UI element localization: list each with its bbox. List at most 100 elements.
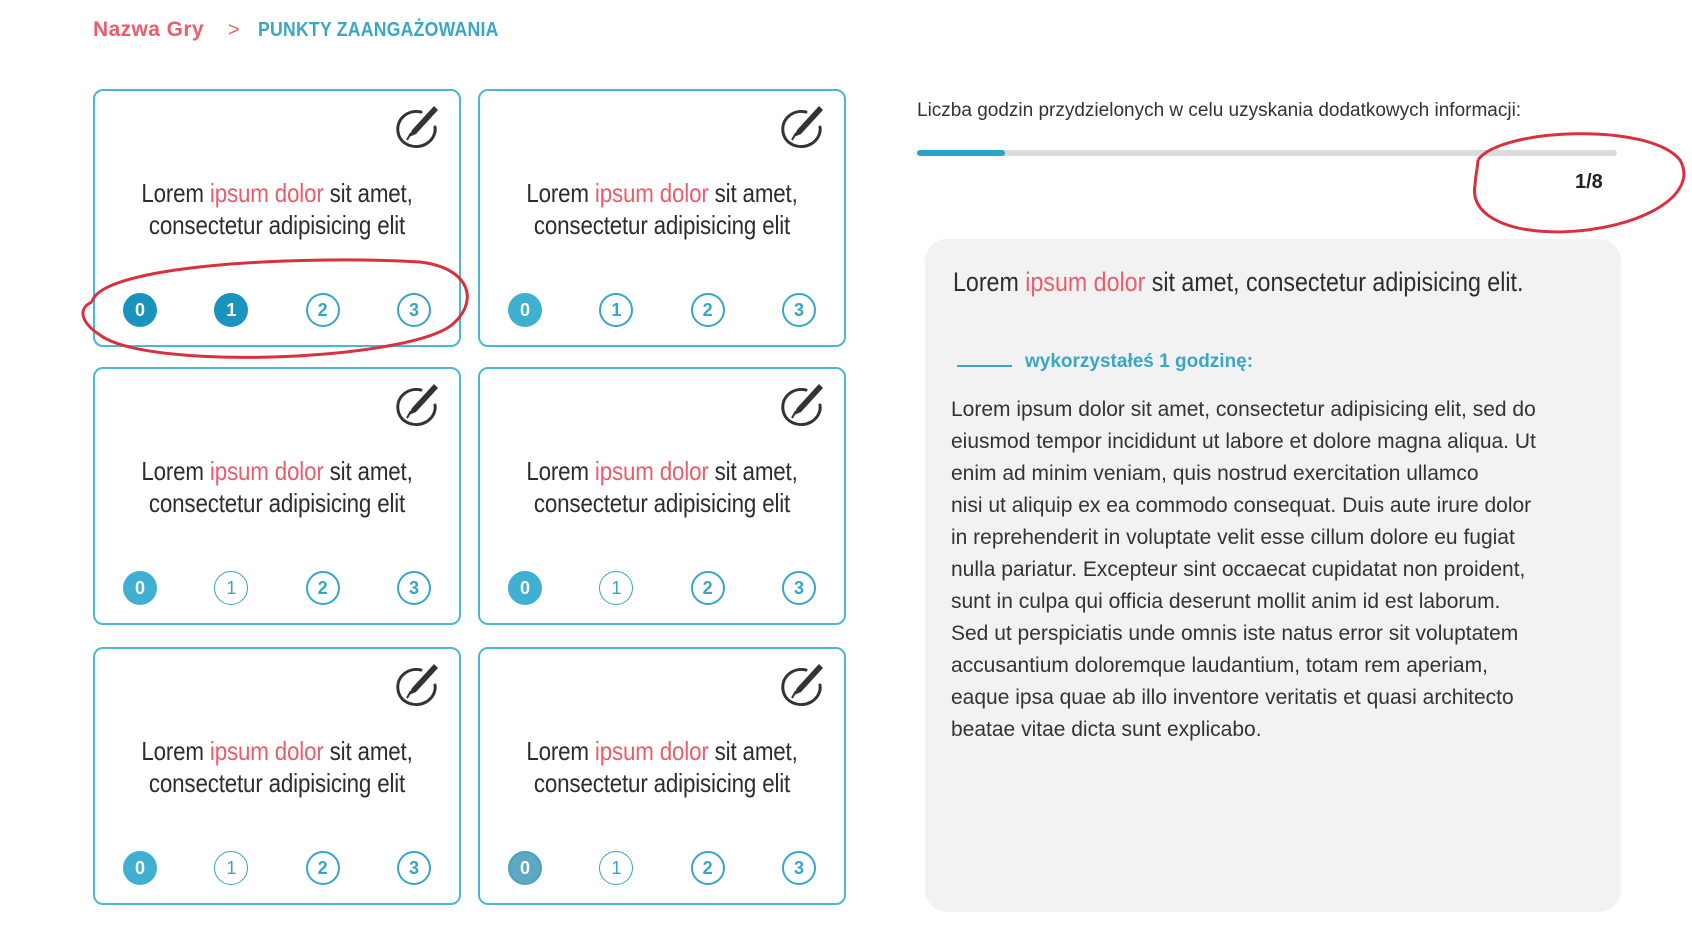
hours-progress-fill [917, 150, 1005, 156]
used-hours-label: wykorzystałeś 1 godzinę: [1025, 351, 1254, 372]
option-2-button[interactable]: 2 [690, 293, 725, 327]
info-panel: Lorem ipsum dolor sit amet, consectetur … [925, 239, 1621, 912]
info-body-line: Lorem ipsum dolor sit amet, consectetur … [951, 398, 1536, 421]
card-text-line-1: Lorem ipsum dolor sit amet, [505, 455, 818, 487]
card-text-b: sit amet, [708, 178, 798, 208]
option-0-button[interactable]: 0 [508, 293, 542, 327]
card-text-line-2: consectetur adipisicing elit [533, 768, 791, 798]
option-3-button[interactable]: 3 [396, 293, 431, 327]
info-title-highlight: ipsum dolor [1025, 267, 1146, 297]
option-0-button[interactable]: 0 [123, 293, 157, 327]
option-3-button[interactable]: 3 [781, 851, 816, 885]
pen-circle-icon[interactable] [391, 381, 441, 431]
option-2-button[interactable]: 2 [305, 571, 340, 605]
pen-circle-icon[interactable] [776, 381, 826, 431]
card-text-line-2: consectetur adipisicing elit [148, 768, 406, 798]
card-text: Lorem ipsum dolor sit amet, consectetur a… [120, 455, 433, 519]
option-0-button[interactable]: 0 [508, 571, 542, 605]
card-text-highlight: ipsum dolor [209, 456, 324, 486]
engagement-options: 0 1 2 3 [123, 293, 431, 327]
card-text-highlight: ipsum dolor [209, 736, 324, 766]
option-1-button[interactable]: 1 [599, 293, 634, 327]
engagement-options: 0 1 2 3 [508, 571, 816, 605]
option-0-button[interactable]: 0 [508, 851, 542, 885]
card-text-a: Lorem [526, 456, 595, 486]
option-2-button[interactable]: 2 [305, 293, 340, 327]
card-text-line-1: Lorem ipsum dolor sit amet, [505, 177, 818, 209]
card-text-b: sit amet, [708, 456, 798, 486]
card-text-highlight: ipsum dolor [209, 178, 324, 208]
card-text-line-1: Lorem ipsum dolor sit amet, [120, 177, 433, 209]
option-2-button[interactable]: 2 [305, 851, 340, 885]
option-0-button[interactable]: 0 [123, 571, 157, 605]
card-text-line-2: consectetur adipisicing elit [533, 488, 791, 518]
card-text-line-2: consectetur adipisicing elit [148, 210, 406, 240]
info-body-line: in reprehenderit in voluptate velit esse… [951, 526, 1515, 549]
engagement-card-4: Lorem ipsum dolor sit amet, consectetur a… [478, 367, 846, 625]
card-text-highlight: ipsum dolor [594, 736, 709, 766]
breadcrumb: Nazwa Gry > PUNKTY ZAANGAŻOWANIA [93, 18, 531, 42]
option-2-button[interactable]: 2 [690, 571, 725, 605]
pen-circle-icon[interactable] [776, 103, 826, 153]
pen-circle-icon[interactable] [391, 661, 441, 711]
card-text-a: Lorem [141, 178, 210, 208]
info-body-line: Sed ut perspiciatis unde omnis iste natu… [951, 622, 1519, 645]
option-0-button[interactable]: 0 [123, 851, 157, 885]
engagement-options: 0 1 2 3 [123, 851, 431, 885]
card-text-a: Lorem [141, 456, 210, 486]
info-body-line: eaque ipsa quae ab illo inventore verita… [951, 686, 1514, 709]
card-text-highlight: ipsum dolor [594, 178, 709, 208]
used-label-line [957, 365, 1012, 367]
info-body-line: sunt in culpa qui officia deserunt molli… [951, 590, 1501, 613]
card-text-b: sit amet, [323, 736, 413, 766]
breadcrumb-current: PUNKTY ZAANGAŻOWANIA [257, 18, 499, 41]
card-text-b: sit amet, [323, 178, 413, 208]
info-body-line: beatae vitae dicta sunt explicabo. [951, 718, 1262, 741]
card-text-a: Lorem [141, 736, 210, 766]
engagement-card-2: Lorem ipsum dolor sit amet, consectetur a… [478, 89, 846, 347]
card-text-b: sit amet, [323, 456, 413, 486]
engagement-card-3: Lorem ipsum dolor sit amet, consectetur a… [93, 367, 461, 625]
card-text-a: Lorem [526, 736, 595, 766]
card-text-line-2: consectetur adipisicing elit [148, 488, 406, 518]
engagement-options: 0 1 2 3 [123, 571, 431, 605]
info-body-line: nisi ut aliquip ex ea commodo consequat.… [951, 494, 1532, 517]
engagement-options: 0 1 2 3 [508, 851, 816, 885]
option-3-button[interactable]: 3 [396, 851, 431, 885]
card-text-line-2: consectetur adipisicing elit [533, 210, 791, 240]
info-body-text: Lorem ipsum dolor sit amet, consectetur … [951, 394, 1611, 746]
pen-circle-icon[interactable] [776, 661, 826, 711]
card-text-a: Lorem [526, 178, 595, 208]
option-1-button[interactable]: 1 [214, 851, 249, 885]
card-text-b: sit amet, [708, 736, 798, 766]
pen-circle-icon[interactable] [391, 103, 441, 153]
info-body-line: accusantium doloremque laudantium, totam… [951, 654, 1488, 677]
card-text-line-1: Lorem ipsum dolor sit amet, [505, 735, 818, 767]
option-1-button[interactable]: 1 [599, 851, 634, 885]
option-3-button[interactable]: 3 [781, 293, 816, 327]
card-text-highlight: ipsum dolor [594, 456, 709, 486]
option-1-button[interactable]: 1 [214, 571, 249, 605]
engagement-options: 0 1 2 3 [508, 293, 816, 327]
engagement-card-1: Lorem ipsum dolor sit amet, consectetur a… [93, 89, 461, 347]
info-title: Lorem ipsum dolor sit amet, consectetur … [953, 267, 1523, 298]
info-title-part-a: Lorem [953, 267, 1026, 297]
option-2-button[interactable]: 2 [690, 851, 725, 885]
option-1-button[interactable]: 1 [214, 293, 249, 327]
card-text: Lorem ipsum dolor sit amet, consectetur a… [505, 177, 818, 241]
hours-label: Liczba godzin przydzielonych w celu uzys… [917, 100, 1522, 121]
option-1-button[interactable]: 1 [599, 571, 634, 605]
card-text: Lorem ipsum dolor sit amet, consectetur a… [505, 455, 818, 519]
card-text: Lorem ipsum dolor sit amet, consectetur a… [120, 177, 433, 241]
card-text: Lorem ipsum dolor sit amet, consectetur a… [120, 735, 433, 799]
engagement-card-5: Lorem ipsum dolor sit amet, consectetur a… [93, 647, 461, 905]
option-3-button[interactable]: 3 [396, 571, 431, 605]
breadcrumb-separator: > [227, 18, 240, 41]
info-body-line: eiusmod tempor incididunt ut labore et d… [951, 430, 1536, 453]
option-3-button[interactable]: 3 [781, 571, 816, 605]
breadcrumb-game-link[interactable]: Nazwa Gry [93, 18, 204, 42]
hours-progress-bar [917, 150, 1617, 156]
hours-counter: 1/8 [1575, 171, 1603, 193]
card-text-line-1: Lorem ipsum dolor sit amet, [120, 455, 433, 487]
card-text: Lorem ipsum dolor sit amet, consectetur a… [505, 735, 818, 799]
